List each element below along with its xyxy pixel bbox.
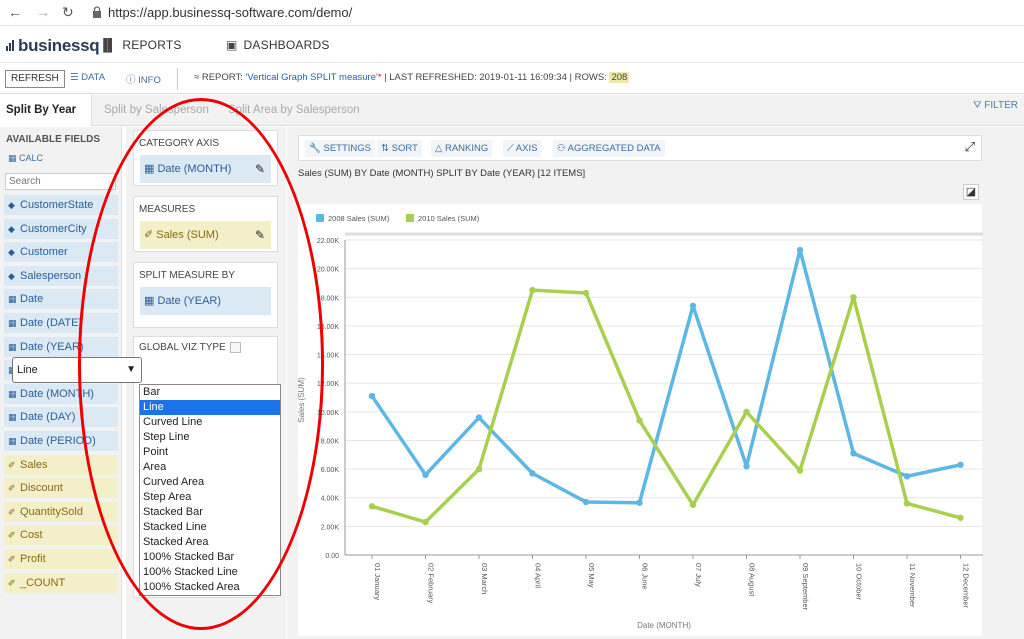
y-tick-label: 2.00K (321, 524, 340, 531)
x-tick-label: 04 April (534, 563, 543, 588)
legend-label: 2010 Sales (SUM) (418, 214, 480, 223)
x-tick-label: 05 May (587, 563, 596, 588)
data-point (796, 246, 804, 254)
y-tick-label: 8.00K (321, 438, 340, 445)
data-point (796, 467, 804, 474)
y-tick-label: 10.00K (317, 410, 340, 417)
y-axis-label: Sales (SUM) (297, 377, 306, 423)
line-chart: 0.00 2.00K 4.00K 6.00K 8.00K 10.00K 12.00K 14.0… (297, 214, 983, 630)
data-point (529, 470, 536, 477)
y-tick-label: 12.00K (317, 381, 340, 388)
y-tick-label: 4.00K (321, 496, 340, 503)
y-tick-label: 16.00K (317, 324, 340, 331)
legend-label: 2008 Sales (SUM) (328, 214, 390, 223)
y-tick-label: 22.00K (317, 238, 340, 245)
y-tick-label: 14.00K (317, 353, 340, 360)
data-point (743, 408, 750, 416)
data-point (689, 302, 697, 310)
data-point (475, 414, 483, 421)
data-point (689, 501, 697, 509)
legend-swatch (316, 214, 324, 222)
data-point (368, 392, 376, 400)
x-tick-label: 03 March (480, 563, 489, 594)
data-point (422, 518, 429, 526)
x-tick-label: 10 October (855, 563, 864, 601)
x-tick-label: 08 August (748, 563, 757, 597)
x-tick-label: 11 November (908, 563, 917, 608)
y-tick-label: 20.00K (317, 267, 340, 274)
data-point (582, 289, 590, 297)
data-point (636, 499, 643, 506)
data-point (368, 503, 376, 510)
data-point (422, 471, 429, 479)
data-point (957, 514, 964, 521)
data-point (636, 417, 643, 424)
x-tick-label: 09 September (801, 563, 810, 611)
data-point (903, 500, 911, 507)
data-point (475, 465, 483, 473)
data-point (743, 463, 750, 470)
data-point (903, 473, 911, 480)
data-point (850, 294, 857, 301)
x-tick-label: 07 July (694, 563, 703, 587)
data-point (850, 450, 857, 457)
x-tick-label: 01 January (373, 563, 382, 600)
legend-swatch (406, 214, 414, 222)
x-tick-label: 02 February (427, 563, 436, 604)
y-tick-label: 0.00 (325, 553, 339, 560)
y-tick-label: 6.00K (321, 467, 340, 474)
x-tick-label: 12 December (962, 563, 971, 609)
data-point (529, 286, 536, 294)
data-point (957, 461, 964, 468)
x-axis-label: Date (MONTH) (637, 621, 691, 630)
data-point (582, 498, 590, 506)
x-tick-label: 06 June (641, 563, 650, 590)
y-tick-label: 18.00K (317, 295, 340, 302)
